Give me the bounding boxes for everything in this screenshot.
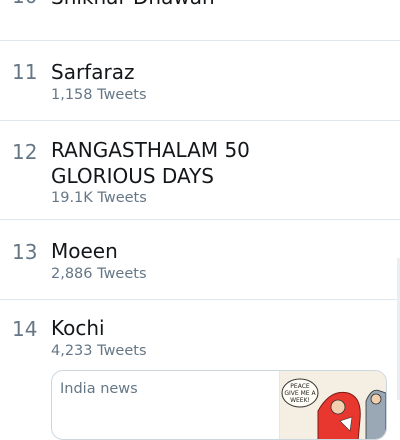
trend-item[interactable]: 10 Shikhar Dhawan	[0, 0, 400, 41]
trend-rank: 12	[12, 140, 38, 164]
trend-tweet-count: 4,233 Tweets	[51, 343, 147, 359]
news-thumbnail-image: PEACE GIVE ME A WEEK!	[279, 371, 386, 439]
trend-tweet-count: 2,886 Tweets	[51, 266, 147, 282]
svg-text:WEEK!: WEEK!	[290, 397, 310, 404]
news-card-label: India news	[60, 381, 138, 397]
trend-name: Kochi	[51, 316, 105, 340]
trend-name: Moeen	[51, 239, 118, 263]
trend-tweet-count: 19.1K Tweets	[51, 190, 147, 206]
trend-name: RANGASTHALAM 50 GLORIOUS DAYS	[51, 138, 250, 188]
trend-item[interactable]: 12 RANGASTHALAM 50 GLORIOUS DAYS 19.1K T…	[0, 121, 400, 220]
svg-text:GIVE ME A: GIVE ME A	[284, 390, 316, 397]
trend-tweet-count: 1,158 Tweets	[51, 87, 147, 103]
trend-name: Shikhar Dhawan	[51, 0, 360, 10]
svg-text:PEACE: PEACE	[290, 383, 310, 390]
cartoon-image: PEACE GIVE ME A WEEK!	[280, 371, 386, 439]
trend-rank: 11	[12, 60, 38, 84]
trend-rank: 14	[12, 317, 38, 341]
trend-rank: 13	[12, 240, 38, 264]
trend-name: Sarfaraz	[51, 60, 135, 84]
trend-rank: 10	[12, 0, 37, 8]
trend-item[interactable]: 13 Moeen 2,886 Tweets	[0, 220, 400, 300]
trend-item[interactable]: 11 Sarfaraz 1,158 Tweets	[0, 41, 400, 121]
news-card[interactable]: India news PEACE GIVE ME A WEEK!	[51, 370, 387, 440]
trend-item[interactable]: 14 Kochi 4,233 Tweets India news PEACE G…	[0, 300, 400, 440]
